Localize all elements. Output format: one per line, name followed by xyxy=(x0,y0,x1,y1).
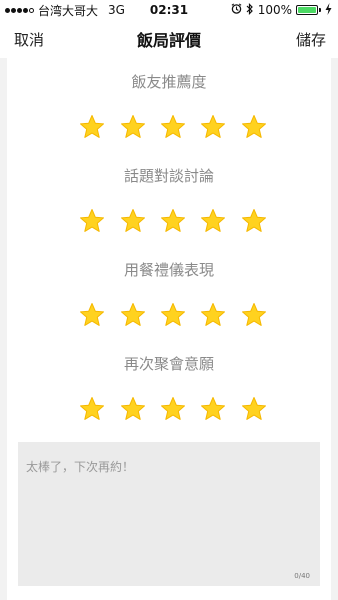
cancel-button[interactable]: 取消 xyxy=(14,29,44,50)
star-icon[interactable] xyxy=(241,302,267,328)
network-type: 3G xyxy=(108,3,125,17)
star-icon[interactable] xyxy=(241,396,267,422)
rating-label: 再次聚會意願 xyxy=(123,355,214,373)
nav-bar: 取消 飯局評價 儲存 xyxy=(0,20,338,58)
comment-textarea[interactable]: 太棒了，下次再約！ 0/40 xyxy=(18,442,320,586)
star-rating xyxy=(7,396,331,422)
status-time: 02:31 xyxy=(149,3,189,17)
star-icon[interactable] xyxy=(79,396,105,422)
rating-form: 飯友推薦度 話題對談討論 用餐禮儀表現 再次聚會意願 太棒了，下次再約！ 0/4… xyxy=(7,58,331,600)
battery-percent: 100% xyxy=(257,3,292,17)
status-right: 100% xyxy=(231,2,332,18)
save-button[interactable]: 儲存 xyxy=(296,29,326,50)
star-rating xyxy=(7,208,331,234)
star-icon[interactable] xyxy=(200,208,226,234)
character-count: 0/40 xyxy=(294,572,310,580)
rating-section-conversation: 話題對談討論 xyxy=(7,166,331,232)
star-icon[interactable] xyxy=(120,302,146,328)
star-icon[interactable] xyxy=(160,208,186,234)
status-left: 台湾大哥大 3G xyxy=(5,2,125,19)
rating-section-meet-again: 再次聚會意願 xyxy=(7,354,331,420)
bluetooth-icon xyxy=(246,2,254,18)
star-icon[interactable] xyxy=(160,396,186,422)
alarm-icon xyxy=(231,3,242,17)
rating-label: 話題對談討論 xyxy=(123,167,214,185)
rating-section-recommendation: 飯友推薦度 xyxy=(7,72,331,138)
star-icon[interactable] xyxy=(160,302,186,328)
rating-section-etiquette: 用餐禮儀表現 xyxy=(7,260,331,326)
signal-strength-icon xyxy=(5,7,34,13)
star-rating xyxy=(7,302,331,328)
star-icon[interactable] xyxy=(120,114,146,140)
star-icon[interactable] xyxy=(120,208,146,234)
star-icon[interactable] xyxy=(200,114,226,140)
star-icon[interactable] xyxy=(200,396,226,422)
carrier-name: 台湾大哥大 xyxy=(38,3,99,18)
star-rating xyxy=(7,114,331,140)
star-icon[interactable] xyxy=(120,396,146,422)
rating-label: 用餐禮儀表現 xyxy=(123,261,214,279)
star-icon[interactable] xyxy=(160,114,186,140)
charging-icon xyxy=(325,2,332,18)
star-icon[interactable] xyxy=(241,114,267,140)
star-icon[interactable] xyxy=(79,302,105,328)
status-bar: 台湾大哥大 3G 02:31 100% xyxy=(0,0,338,20)
star-icon[interactable] xyxy=(79,114,105,140)
rating-label: 飯友推薦度 xyxy=(131,73,207,91)
star-icon[interactable] xyxy=(200,302,226,328)
star-icon[interactable] xyxy=(241,208,267,234)
star-icon[interactable] xyxy=(79,208,105,234)
battery-icon xyxy=(296,5,321,15)
page-title: 飯局評價 xyxy=(136,31,202,50)
comment-text: 太棒了，下次再約！ xyxy=(26,460,135,474)
